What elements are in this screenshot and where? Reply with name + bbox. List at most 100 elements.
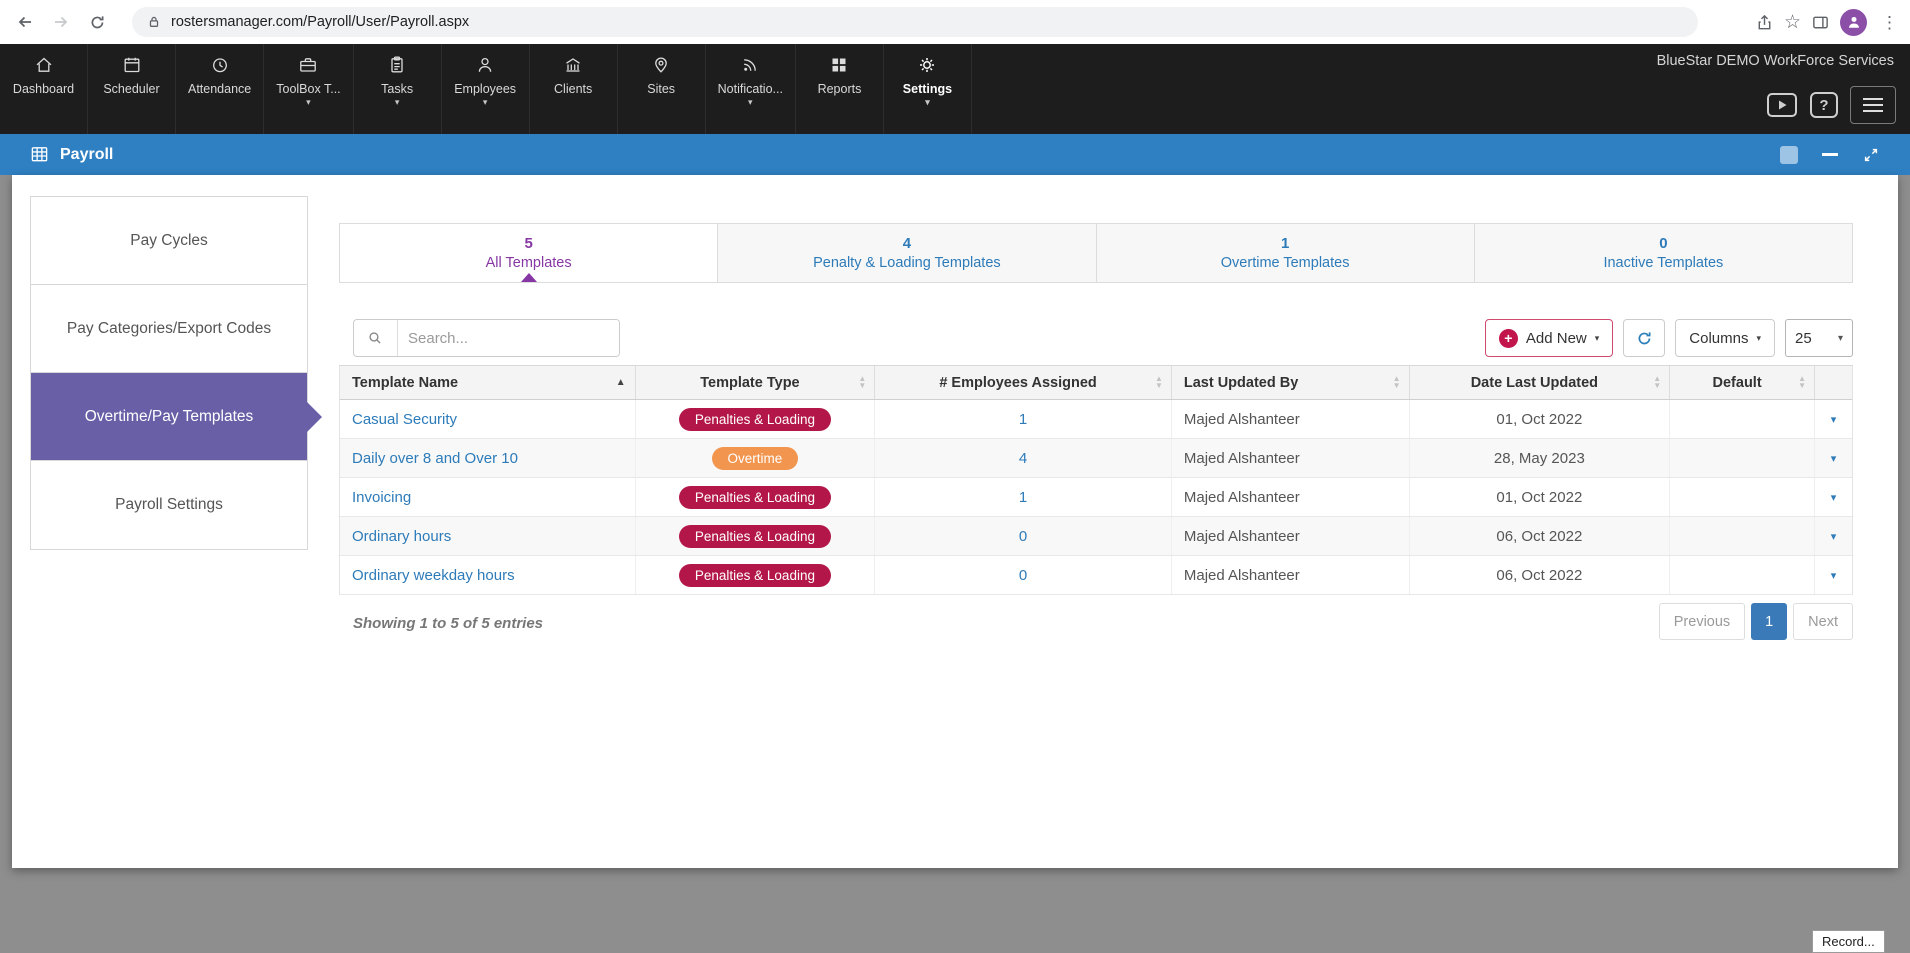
tab-all-templates[interactable]: 5 All Templates — [339, 223, 719, 283]
table-row: Ordinary hours Penalties & Loading 0 Maj… — [340, 517, 1852, 556]
refresh-button[interactable] — [1623, 319, 1666, 357]
employees-assigned-link[interactable]: 1 — [1019, 489, 1027, 506]
nav-item-sites[interactable]: Sites — [618, 44, 706, 134]
template-name-link[interactable]: Ordinary hours — [352, 528, 451, 545]
page-size-select[interactable]: 25 ▾ — [1785, 319, 1853, 357]
caret-down-icon: ▾ — [1830, 452, 1837, 465]
page-size-value: 25 — [1795, 329, 1812, 347]
tab-overtime-templates[interactable]: 1 Overtime Templates — [1095, 223, 1475, 283]
nav-item-label: Tasks — [381, 82, 414, 96]
previous-page-button[interactable]: Previous — [1658, 603, 1746, 640]
browser-back-button[interactable] — [8, 5, 42, 39]
sites-pin-icon — [655, 57, 667, 73]
nav-item-label: ToolBox T... — [276, 82, 341, 96]
employees-assigned-link[interactable]: 1 — [1019, 411, 1027, 428]
address-bar[interactable]: rostersmanager.com/Payroll/User/Payroll.… — [132, 7, 1698, 37]
nav-item-toolbox[interactable]: ToolBox T... ▾ — [264, 44, 354, 134]
last-updated-by-cell: Majed Alshanteer — [1172, 400, 1410, 438]
current-page-button[interactable]: 1 — [1751, 603, 1788, 640]
sort-icon: ▲ ▼ — [1392, 374, 1401, 390]
columns-button[interactable]: Columns ▾ — [1675, 319, 1775, 357]
tab-count: 4 — [902, 235, 912, 252]
column-header-employees-assigned[interactable]: # Employees Assigned ▲ ▼ — [875, 366, 1172, 399]
tab-inactive-templates[interactable]: 0 Inactive Templates — [1473, 223, 1853, 283]
restore-window-button[interactable] — [1780, 145, 1798, 164]
help-button[interactable]: ? — [1810, 92, 1838, 118]
column-header-label: Default — [1712, 374, 1762, 391]
column-header-template-name[interactable]: Template Name ▲ — [340, 366, 636, 399]
browser-menu-icon[interactable]: ⋮ — [1877, 14, 1902, 31]
sidebar-item-label: Pay Categories/Export Codes — [66, 319, 272, 337]
template-name-link[interactable]: Ordinary weekday hours — [352, 567, 515, 584]
column-header-default[interactable]: Default ▲ ▼ — [1670, 366, 1816, 399]
date-last-updated-cell: 06, Oct 2022 — [1410, 556, 1671, 594]
tab-count: 1 — [1280, 235, 1290, 252]
nav-item-attendance[interactable]: Attendance — [176, 44, 265, 134]
add-new-button[interactable]: + Add New ▾ — [1484, 319, 1614, 357]
search-input[interactable] — [398, 320, 619, 356]
row-actions-dropdown[interactable]: ▾ — [1815, 556, 1852, 594]
employees-assigned-link[interactable]: 0 — [1019, 567, 1027, 584]
row-actions-dropdown[interactable]: ▾ — [1815, 478, 1852, 516]
menu-toggle-button[interactable] — [1850, 86, 1896, 124]
sidebar-item-payroll-settings[interactable]: Payroll Settings — [31, 461, 307, 549]
column-header-last-updated-by[interactable]: Last Updated By ▲ ▼ — [1172, 366, 1410, 399]
last-updated-by-cell: Majed Alshanteer — [1172, 556, 1410, 594]
clients-bank-icon — [566, 58, 580, 72]
search-group — [353, 319, 620, 357]
nav-item-settings[interactable]: Settings ▾ — [884, 44, 972, 134]
table-row: Daily over 8 and Over 10 Overtime 4 Maje… — [340, 439, 1852, 478]
employees-icon — [478, 57, 492, 72]
page-title: Payroll — [60, 145, 114, 163]
template-name-link[interactable]: Casual Security — [352, 411, 457, 428]
employees-assigned-link[interactable]: 4 — [1019, 450, 1027, 467]
sidebar-item-label: Pay Cycles — [130, 231, 208, 249]
video-icon — [1767, 93, 1797, 117]
template-type-badge: Penalties & Loading — [678, 485, 831, 509]
share-icon — [1758, 14, 1771, 29]
employees-assigned-link[interactable]: 0 — [1019, 528, 1027, 545]
sidebar-item-pay-categories[interactable]: Pay Categories/Export Codes — [31, 285, 307, 373]
sort-icon: ▲ ▼ — [1154, 374, 1163, 390]
expand-fullscreen-icon[interactable] — [1862, 146, 1880, 164]
browser-reload-button[interactable] — [80, 5, 114, 39]
table-row: Invoicing Penalties & Loading 1 Majed Al… — [340, 478, 1852, 517]
bookmark-star-icon[interactable]: ☆ — [1784, 13, 1801, 32]
nav-item-dashboard[interactable]: Dashboard — [0, 44, 88, 134]
search-icon — [369, 331, 381, 344]
share-button[interactable] — [1755, 13, 1774, 32]
minimize-icon[interactable] — [1822, 153, 1838, 156]
payroll-panel: Pay Cycles Pay Categories/Export Codes O… — [12, 175, 1898, 868]
payroll-sidebar: Pay Cycles Pay Categories/Export Codes O… — [30, 196, 308, 550]
template-name-link[interactable]: Daily over 8 and Over 10 — [352, 450, 518, 467]
nav-item-label: Dashboard — [12, 82, 75, 96]
browser-forward-button[interactable] — [44, 5, 78, 39]
profile-avatar[interactable] — [1840, 8, 1867, 36]
column-header-template-type[interactable]: Template Type ▲ ▼ — [636, 366, 876, 399]
row-actions-dropdown[interactable]: ▾ — [1815, 400, 1852, 438]
row-actions-dropdown[interactable]: ▾ — [1815, 517, 1852, 555]
nav-item-scheduler[interactable]: Scheduler — [88, 44, 176, 134]
tab-penalty-loading-templates[interactable]: 4 Penalty & Loading Templates — [717, 223, 1097, 283]
nav-item-employees[interactable]: Employees ▾ — [442, 44, 530, 134]
nav-item-clients[interactable]: Clients — [530, 44, 618, 134]
next-page-button[interactable]: Next — [1793, 603, 1853, 640]
template-tabs: 5 All Templates 4 Penalty & Loading Temp… — [339, 223, 1853, 283]
sidebar-item-overtime-pay-templates[interactable]: Overtime/Pay Templates — [31, 373, 307, 461]
template-name-link[interactable]: Invoicing — [352, 489, 411, 506]
table-header-row: Template Name ▲ Template Type ▲ ▼ # Emplo… — [340, 366, 1852, 400]
nav-item-tasks[interactable]: Tasks ▾ — [354, 44, 442, 134]
nav-item-reports[interactable]: Reports — [796, 44, 884, 134]
sidebar-item-pay-cycles[interactable]: Pay Cycles — [31, 197, 307, 285]
video-tutorials-button[interactable] — [1766, 92, 1798, 118]
side-panel-button[interactable] — [1811, 13, 1830, 32]
nav-item-notifications[interactable]: Notificatio... ▾ — [706, 44, 796, 134]
sidebar-item-label: Payroll Settings — [115, 496, 223, 513]
tab-count: 5 — [524, 235, 533, 252]
chevron-down-icon: ▾ — [1837, 332, 1843, 344]
column-header-label: Template Type — [700, 374, 800, 391]
column-header-date-last-updated[interactable]: Date Last Updated ▲ ▼ — [1410, 366, 1671, 399]
column-header-actions — [1815, 366, 1852, 399]
pagination: Previous 1 Next — [1658, 603, 1853, 640]
row-actions-dropdown[interactable]: ▾ — [1815, 439, 1852, 477]
